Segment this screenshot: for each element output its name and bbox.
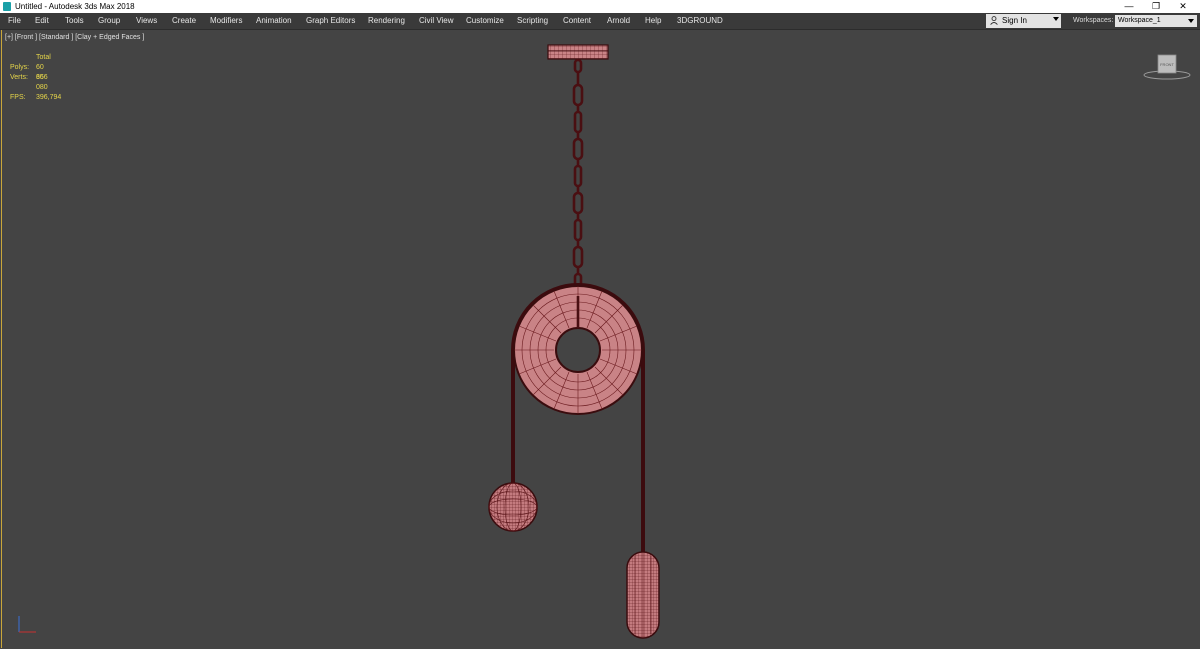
viewport-front[interactable]: [+] [Front ] [Standard ] [Clay + Edged F…	[1, 30, 1200, 648]
ceiling-canopy[interactable]	[547, 44, 609, 60]
chevron-down-icon	[1188, 19, 1194, 23]
menu-customize[interactable]: Customize	[466, 13, 504, 29]
menu-tools[interactable]: Tools	[65, 13, 84, 29]
app-icon	[3, 2, 11, 11]
menu-edit[interactable]: Edit	[35, 13, 49, 29]
menu-help[interactable]: Help	[645, 13, 661, 29]
workspaces-label: Workspaces:	[1073, 17, 1114, 24]
menu-animation[interactable]: Animation	[256, 13, 292, 29]
scene-canvas[interactable]	[2, 30, 1200, 648]
sign-in-button[interactable]: Sign In	[986, 14, 1061, 28]
menu-graph-editors[interactable]: Graph Editors	[306, 13, 355, 29]
user-icon	[990, 16, 998, 25]
title-bar: Untitled - Autodesk 3ds Max 2018 — ❐ ✕	[0, 0, 1200, 13]
workspace-select[interactable]: Workspace_1	[1115, 15, 1197, 27]
menu-arnold[interactable]: Arnold	[607, 13, 630, 29]
menu-content[interactable]: Content	[563, 13, 591, 29]
menu-group[interactable]: Group	[98, 13, 120, 29]
menu-3dground[interactable]: 3DGROUND	[677, 13, 723, 29]
pulley-wheel[interactable]	[513, 285, 643, 415]
menu-scripting[interactable]: Scripting	[517, 13, 548, 29]
menu-views[interactable]: Views	[136, 13, 157, 29]
close-button[interactable]: ✕	[1170, 0, 1196, 13]
viewcube[interactable]: FRONT	[1142, 52, 1192, 82]
sign-in-label: Sign In	[1002, 16, 1027, 25]
chevron-down-icon	[1053, 17, 1059, 21]
restore-button[interactable]: ❐	[1143, 0, 1169, 13]
menu-create[interactable]: Create	[172, 13, 196, 29]
menu-rendering[interactable]: Rendering	[368, 13, 405, 29]
axis-tripod-icon	[18, 616, 36, 633]
viewcube-face-label: FRONT	[1160, 62, 1174, 67]
sphere-weight[interactable]	[488, 482, 538, 532]
capsule-weight[interactable]	[626, 551, 660, 639]
menu-civil-view[interactable]: Civil View	[419, 13, 454, 29]
menu-file[interactable]: File	[8, 13, 21, 29]
menu-modifiers[interactable]: Modifiers	[210, 13, 242, 29]
minimize-button[interactable]: —	[1116, 0, 1142, 13]
window-title: Untitled - Autodesk 3ds Max 2018	[15, 2, 135, 11]
workspace-value: Workspace_1	[1118, 17, 1161, 24]
